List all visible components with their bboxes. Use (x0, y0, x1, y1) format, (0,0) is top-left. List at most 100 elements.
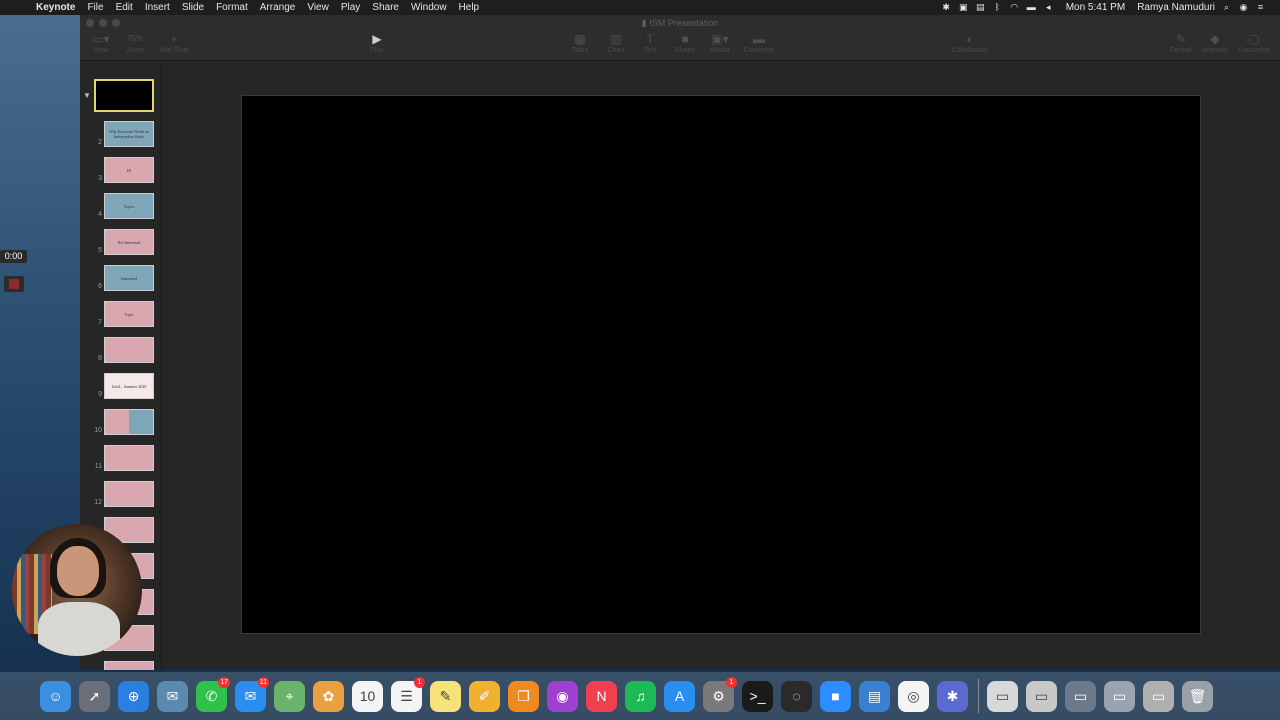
table-button[interactable]: ▦ Table (566, 32, 594, 56)
slide-number: 2 (98, 139, 102, 146)
menu-window[interactable]: Window (411, 2, 455, 13)
podcasts-icon[interactable]: ◉ (547, 680, 578, 712)
slide-thumbnail-12[interactable] (104, 481, 154, 507)
slide-thumbnail-6[interactable]: Interested (104, 265, 154, 291)
document-button[interactable]: ▢ Document (1234, 32, 1274, 56)
menu-file[interactable]: File (87, 2, 111, 13)
slide-thumbnail-8[interactable] (104, 337, 154, 363)
slide-thumbnail-text: Why Everyone Needs an Independent Study (109, 129, 149, 139)
menu-share[interactable]: Share (372, 2, 407, 13)
collaborate-button[interactable]: ◐ Collaborate (946, 32, 994, 56)
menu-edit[interactable]: Edit (116, 2, 141, 13)
chart-button[interactable]: ▥ Chart (602, 32, 630, 56)
shape-button[interactable]: ■ Shape (670, 32, 700, 56)
maps-icon[interactable]: ⌖ (274, 680, 305, 712)
notes-icon[interactable]: ✎ (430, 680, 461, 712)
sketch-icon[interactable]: ✐ (469, 680, 500, 712)
media-button[interactable]: ▣▾ Media (704, 32, 736, 56)
asterisk-app-icon[interactable]: ✱ (937, 680, 968, 712)
text-button[interactable]: T Text (636, 32, 664, 56)
slide-thumbnail-9[interactable]: Until... Summer 2020 (104, 373, 154, 399)
menu-help[interactable]: Help (459, 2, 488, 13)
slide-number: 10 (94, 427, 102, 434)
books-icon[interactable]: ❐ (508, 680, 539, 712)
slide-thumbnail-text: Interested (121, 275, 137, 281)
chrome-icon[interactable]: ◎ (898, 680, 929, 712)
zoom-icon[interactable]: ■ (820, 680, 851, 712)
animate-icon: ◆ (1210, 32, 1220, 46)
document-2-icon[interactable]: ▭ (1026, 680, 1057, 712)
sidebar-view-icon: ▭▾ (92, 32, 110, 46)
calendar-icon[interactable]: 10 (352, 680, 383, 712)
disclosure-triangle-icon[interactable]: ▼ (83, 91, 91, 100)
add-slide-button[interactable]: + Add Slide (156, 32, 192, 56)
webcam-overlay (12, 524, 142, 656)
menu-user[interactable]: Ramya Namuduri (1137, 2, 1215, 13)
slide-thumbnail-2[interactable]: Why Everyone Needs an Independent Study (104, 121, 154, 147)
slide-thumbnail-17[interactable]: The Search (104, 661, 154, 670)
volume-icon[interactable]: ◂ (1043, 3, 1054, 12)
sync-icon[interactable]: ◌ (781, 680, 812, 712)
app-store-icon[interactable]: A (664, 680, 695, 712)
slide-thumbnail-7[interactable]: Topic (104, 301, 154, 327)
comment-button[interactable]: ▬ Comment (740, 32, 778, 56)
slide-number: 5 (98, 247, 102, 254)
slide-thumbnail-5[interactable]: Not Interested (104, 229, 154, 255)
bluetooth-icon[interactable]: ᛒ (992, 3, 1003, 12)
presenter-body (38, 602, 120, 656)
messages-icon[interactable]: ✆ 17 (196, 676, 230, 712)
terminal-icon[interactable]: >_ (742, 680, 773, 712)
shape-icon: ■ (681, 32, 689, 46)
flag-icon[interactable]: ▬ (1026, 3, 1037, 12)
mail-bird-icon[interactable]: ✉ (157, 680, 188, 712)
system-preferences-icon[interactable]: ⚙ 1 (703, 676, 737, 712)
slide-thumbnail-10[interactable] (104, 409, 154, 435)
document-5-icon[interactable]: ▭ (1143, 680, 1174, 712)
animate-button[interactable]: ◆ Animate (1198, 32, 1232, 56)
menu-clock[interactable]: Mon 5:41 PM (1066, 2, 1125, 13)
gear-status-icon[interactable]: ✱ (941, 3, 952, 12)
menu-format[interactable]: Format (216, 2, 256, 13)
slide-thumbnail-4[interactable]: Topics (104, 193, 154, 219)
screen-record-icon[interactable]: ▣ (958, 3, 969, 12)
notification-center-icon[interactable]: ≡ (1255, 3, 1266, 12)
slide-thumbnail-3[interactable]: Hi (104, 157, 154, 183)
document-3-icon[interactable]: ▭ (1065, 680, 1096, 712)
zoom-button[interactable]: 75% Zoom (118, 32, 152, 56)
menu-slide[interactable]: Slide (182, 2, 212, 13)
menu-app-keynote[interactable]: Keynote (36, 2, 83, 13)
plus-icon: + (170, 32, 178, 46)
menu-insert[interactable]: Insert (145, 2, 178, 13)
wifi-icon[interactable]: ◠ (1009, 3, 1020, 12)
slide-number: 11 (94, 463, 102, 470)
trash-icon[interactable]: 🗑 (1182, 680, 1213, 712)
view-button[interactable]: ▭▾ View (86, 32, 116, 56)
launchpad-icon[interactable]: ➚ (79, 680, 110, 712)
document-1-icon[interactable]: ▭ (987, 680, 1018, 712)
finder-icon[interactable]: ☺ (40, 680, 71, 712)
format-button[interactable]: ✎ Format (1166, 32, 1196, 56)
stop-recording-button[interactable] (4, 276, 24, 292)
reminders-icon[interactable]: ☰ 1 (391, 676, 425, 712)
messenger-icon[interactable]: ✉ 11 (235, 676, 269, 712)
siri-icon[interactable]: ◉ (1238, 3, 1249, 12)
display-icon[interactable]: ▤ (975, 3, 986, 12)
spotify-icon[interactable]: ♫ (625, 680, 656, 712)
play-button[interactable]: ▶ Play (366, 32, 388, 56)
slide-number: 12 (94, 499, 102, 506)
safari-icon[interactable]: ⊕ (118, 680, 149, 712)
document-4-icon[interactable]: ▭ (1104, 680, 1135, 712)
slide-number: 7 (98, 319, 102, 326)
menu-arrange[interactable]: Arrange (260, 2, 304, 13)
menu-view[interactable]: View (307, 2, 337, 13)
menu-play[interactable]: Play (341, 2, 368, 13)
keynote-icon[interactable]: ▤ (859, 680, 890, 712)
slide-thumbnail-1[interactable] (94, 79, 154, 112)
current-slide[interactable] (241, 95, 1201, 634)
spotlight-search-icon[interactable]: ⌕ (1221, 3, 1232, 12)
slide-thumbnail-text: Topic (124, 311, 134, 317)
news-icon[interactable]: N (586, 680, 617, 712)
photos-icon[interactable]: ✿ (313, 680, 344, 712)
slide-thumbnail-11[interactable] (104, 445, 154, 471)
collaborate-icon: ◐ (966, 32, 974, 46)
